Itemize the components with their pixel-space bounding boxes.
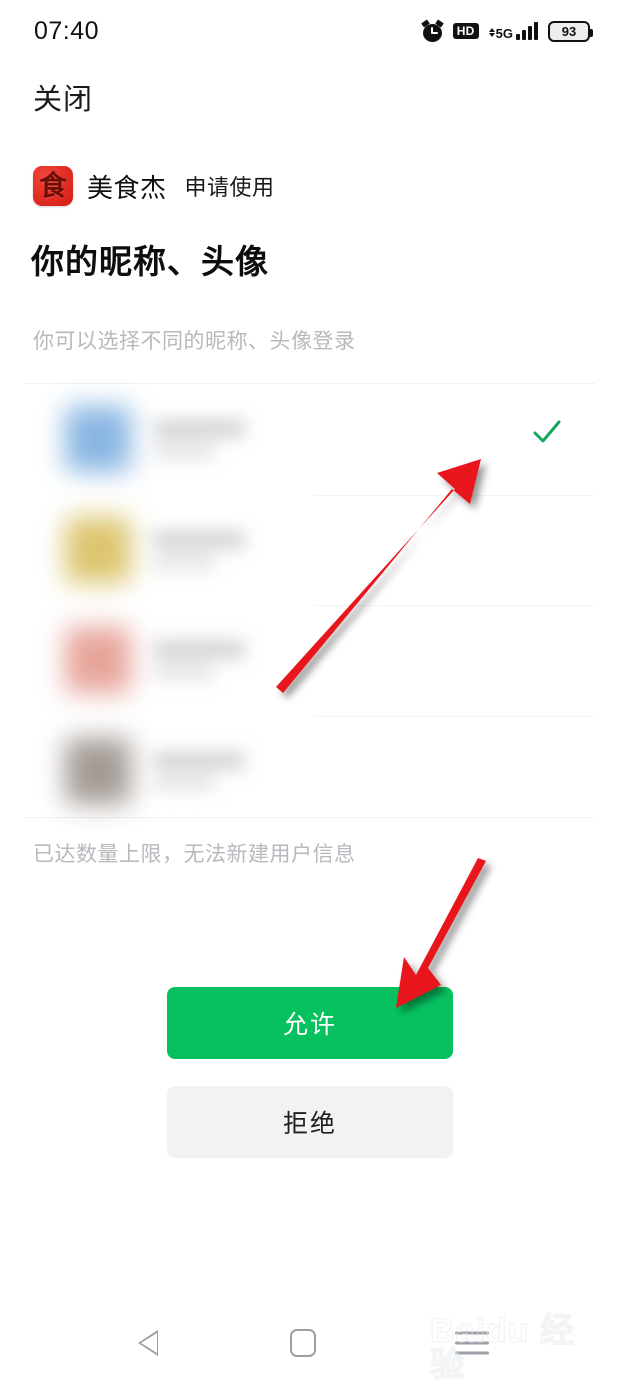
account-name-masked <box>153 421 245 437</box>
account-sub-masked <box>153 666 215 679</box>
account-sub-masked <box>153 445 215 458</box>
account-sub-masked <box>153 776 215 789</box>
avatar <box>65 406 131 473</box>
back-icon-inner <box>141 1333 157 1353</box>
home-icon[interactable] <box>290 1329 316 1357</box>
list-item[interactable] <box>25 605 595 716</box>
list-item[interactable] <box>25 384 595 495</box>
account-list <box>25 383 595 818</box>
avatar <box>65 627 131 694</box>
reject-button[interactable]: 拒绝 <box>167 1086 453 1158</box>
phone-screen: 07:40 HD 5G 93 关闭 食 美食杰 申请使用 你的昵称、头像 你可以… <box>0 0 620 1386</box>
list-item[interactable] <box>25 715 595 827</box>
check-icon <box>533 420 561 443</box>
account-name-masked <box>153 752 245 768</box>
avatar <box>65 516 131 583</box>
signal-5g-icon: 5G <box>488 22 538 41</box>
account-sub-masked <box>153 555 215 568</box>
arrow-to-allow-button <box>396 858 486 1008</box>
close-button[interactable]: 关闭 <box>33 76 93 118</box>
account-text <box>153 642 245 679</box>
account-name-masked <box>153 531 245 547</box>
status-bar: 07:40 HD 5G 93 <box>0 0 620 62</box>
hd-icon: HD <box>452 23 479 39</box>
account-text <box>153 421 245 458</box>
alarm-clock-icon <box>420 18 444 42</box>
app-icon: 食 <box>33 166 73 206</box>
limit-note: 已达数量上限，无法新建用户信息 <box>33 843 356 866</box>
account-text <box>153 531 245 568</box>
network-type-label: 5G <box>495 26 513 41</box>
app-icon-glyph: 食 <box>38 169 67 202</box>
account-text <box>153 752 245 789</box>
page-subtitle: 你可以选择不同的昵称、头像登录 <box>33 330 356 353</box>
app-action-label: 申请使用 <box>184 175 275 200</box>
account-name-masked <box>153 642 245 658</box>
menu-icon[interactable] <box>455 1331 489 1355</box>
system-navigation-bar <box>0 1300 620 1386</box>
page-title: 你的昵称、头像 <box>31 243 269 280</box>
app-request-row: 食 美食杰 申请使用 <box>33 166 275 206</box>
status-icon-group: HD 5G 93 <box>420 18 593 42</box>
avatar <box>65 737 131 804</box>
battery-icon: 93 <box>548 20 593 42</box>
status-clock: 07:40 <box>34 16 100 45</box>
app-name-label: 美食杰 <box>87 172 167 203</box>
battery-level-label: 93 <box>561 23 577 39</box>
allow-button[interactable]: 允许 <box>167 987 453 1059</box>
list-item[interactable] <box>25 494 595 606</box>
